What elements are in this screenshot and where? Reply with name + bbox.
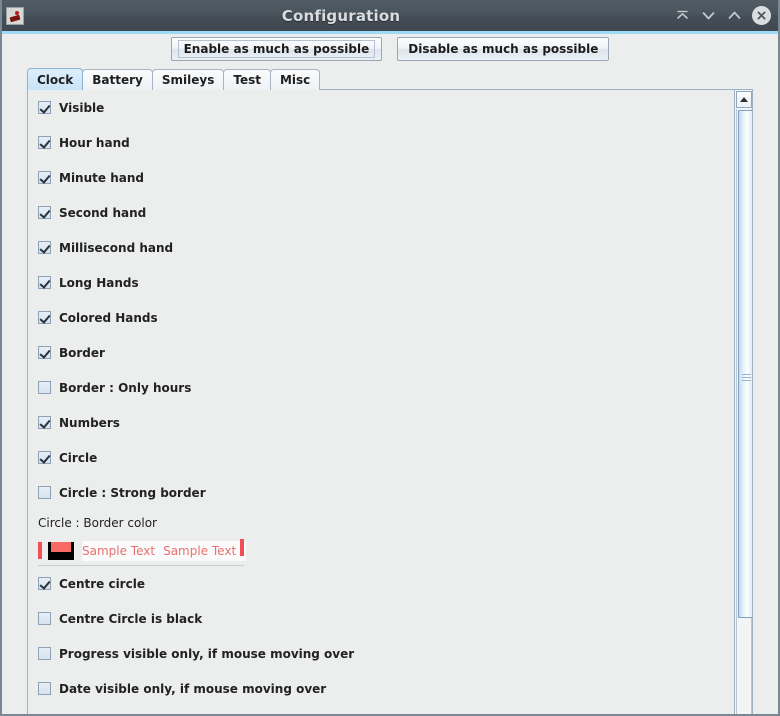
color-swatch[interactable] bbox=[48, 541, 74, 560]
scrollbar-track[interactable] bbox=[736, 109, 752, 714]
option-row-circle[interactable]: Circle bbox=[28, 440, 733, 475]
enable-all-label: Enable as much as possible bbox=[177, 40, 376, 58]
option-label-numbers: Numbers bbox=[59, 415, 120, 430]
option-row-numbers[interactable]: Numbers bbox=[28, 405, 733, 440]
option-row-minute-hand[interactable]: Minute hand bbox=[28, 160, 733, 195]
enable-all-button[interactable]: Enable as much as possible bbox=[170, 37, 383, 61]
tab-smileys-label: Smileys bbox=[161, 73, 215, 87]
checkbox-second-hand[interactable] bbox=[38, 206, 51, 219]
window-controls bbox=[674, 6, 771, 25]
disable-all-button[interactable]: Disable as much as possible bbox=[397, 37, 610, 61]
option-label-second-hand: Second hand bbox=[59, 205, 147, 220]
sample-text-2: Sample Text bbox=[163, 543, 237, 558]
option-row-second-hand[interactable]: Second hand bbox=[28, 195, 733, 230]
checkbox-colored-hands[interactable] bbox=[38, 311, 51, 324]
option-label-centre-circle-is-black: Centre Circle is black bbox=[59, 611, 203, 626]
checkbox-border[interactable] bbox=[38, 346, 51, 359]
option-label-minute-hand: Minute hand bbox=[59, 170, 144, 185]
checkbox-border-only-hours[interactable] bbox=[38, 381, 51, 394]
vertical-scrollbar[interactable] bbox=[734, 90, 752, 714]
disable-all-label: Disable as much as possible bbox=[408, 42, 599, 56]
checkbox-hour-hand[interactable] bbox=[38, 136, 51, 149]
checkbox-millisecond-hand[interactable] bbox=[38, 241, 51, 254]
checkbox-progress-visible-on-hover[interactable] bbox=[38, 647, 51, 660]
minimize-button[interactable] bbox=[700, 7, 717, 24]
option-label-long-hands: Long Hands bbox=[59, 275, 139, 290]
clock-tab-panel: Visible Hour hand Minute hand Second han… bbox=[27, 89, 753, 714]
option-row-circle-strong-border[interactable]: Circle : Strong border bbox=[28, 475, 733, 510]
option-row-centre-circle-is-black[interactable]: Centre Circle is black bbox=[28, 601, 733, 636]
tab-test[interactable]: Test bbox=[223, 69, 271, 90]
window-title: Configuration bbox=[281, 6, 401, 25]
checkbox-centre-circle-is-black[interactable] bbox=[38, 612, 51, 625]
option-row-hour-hand[interactable]: Hour hand bbox=[28, 125, 733, 160]
option-row-colored-hands[interactable]: Colored Hands bbox=[28, 300, 733, 335]
option-label-border: Border bbox=[59, 345, 105, 360]
title-bar: Configuration bbox=[2, 0, 778, 31]
checkbox-long-hands[interactable] bbox=[38, 276, 51, 289]
color-caret-left-icon bbox=[38, 542, 42, 559]
option-row-millisecond-hand[interactable]: Millisecond hand bbox=[28, 230, 733, 265]
option-label-millisecond-hand: Millisecond hand bbox=[59, 240, 174, 255]
option-label-visible: Visible bbox=[59, 100, 105, 115]
options-scroll-content: Visible Hour hand Minute hand Second han… bbox=[28, 90, 733, 714]
shade-window-button[interactable] bbox=[674, 7, 691, 24]
option-label-hour-hand: Hour hand bbox=[59, 135, 130, 150]
circle-border-color-label: Circle : Border color bbox=[38, 516, 157, 530]
option-row-long-hands[interactable]: Long Hands bbox=[28, 265, 733, 300]
checkbox-circle-strong-border[interactable] bbox=[38, 486, 51, 499]
color-sample-preview: Sample Text Sample Text bbox=[82, 540, 247, 561]
option-row-border[interactable]: Border bbox=[28, 335, 733, 370]
scroll-up-arrow-icon bbox=[740, 97, 748, 102]
option-row-border-only-hours[interactable]: Border : Only hours bbox=[28, 370, 733, 405]
app-icon bbox=[6, 6, 24, 25]
sample-text-1: Sample Text bbox=[82, 543, 156, 558]
checkbox-circle[interactable] bbox=[38, 451, 51, 464]
tab-battery[interactable]: Battery bbox=[82, 69, 153, 90]
option-label-centre-circle: Centre circle bbox=[59, 576, 145, 591]
scroll-up-button[interactable] bbox=[736, 91, 752, 108]
checkbox-numbers[interactable] bbox=[38, 416, 51, 429]
circle-border-color-chooser[interactable]: Sample Text Sample Text bbox=[38, 536, 247, 566]
option-row-date-visible-on-hover[interactable]: Date visible only, if mouse moving over bbox=[28, 671, 733, 706]
option-row-visible[interactable]: Visible bbox=[28, 90, 733, 125]
tab-battery-label: Battery bbox=[92, 73, 143, 87]
tab-clock-label: Clock bbox=[37, 72, 74, 87]
maximize-button[interactable] bbox=[726, 7, 743, 24]
tab-clock[interactable]: Clock bbox=[27, 68, 84, 90]
color-swatch-fill bbox=[51, 541, 71, 552]
option-label-circle-strong-border: Circle : Strong border bbox=[59, 485, 206, 500]
configuration-window: Configuration Enable as much as possible… bbox=[0, 0, 780, 716]
option-label-colored-hands: Colored Hands bbox=[59, 310, 158, 325]
tab-misc[interactable]: Misc bbox=[269, 69, 321, 90]
tab-test-label: Test bbox=[233, 73, 261, 87]
close-x-icon bbox=[757, 11, 766, 20]
scrollbar-grip-icon bbox=[742, 374, 751, 381]
tab-misc-label: Misc bbox=[279, 73, 311, 87]
option-label-date-visible-on-hover: Date visible only, if mouse moving over bbox=[59, 681, 327, 696]
tab-strip: Clock Battery Smileys Test Misc bbox=[27, 68, 321, 90]
option-row-centre-circle[interactable]: Centre circle bbox=[28, 566, 733, 601]
option-row-progress-visible-on-hover[interactable]: Progress visible only, if mouse moving o… bbox=[28, 636, 733, 671]
option-label-border-only-hours: Border : Only hours bbox=[59, 380, 192, 395]
option-label-progress-visible-on-hover: Progress visible only, if mouse moving o… bbox=[59, 646, 355, 661]
color-caret-right-icon bbox=[240, 539, 244, 556]
close-button[interactable] bbox=[752, 6, 771, 25]
checkbox-centre-circle[interactable] bbox=[38, 577, 51, 590]
checkbox-visible[interactable] bbox=[38, 101, 51, 114]
tab-smileys[interactable]: Smileys bbox=[151, 69, 225, 90]
action-button-row: Enable as much as possible Disable as mu… bbox=[2, 34, 778, 64]
option-label-circle: Circle bbox=[59, 450, 98, 465]
checkbox-minute-hand[interactable] bbox=[38, 171, 51, 184]
checkbox-date-visible-on-hover[interactable] bbox=[38, 682, 51, 695]
scrollbar-thumb[interactable] bbox=[738, 110, 752, 618]
